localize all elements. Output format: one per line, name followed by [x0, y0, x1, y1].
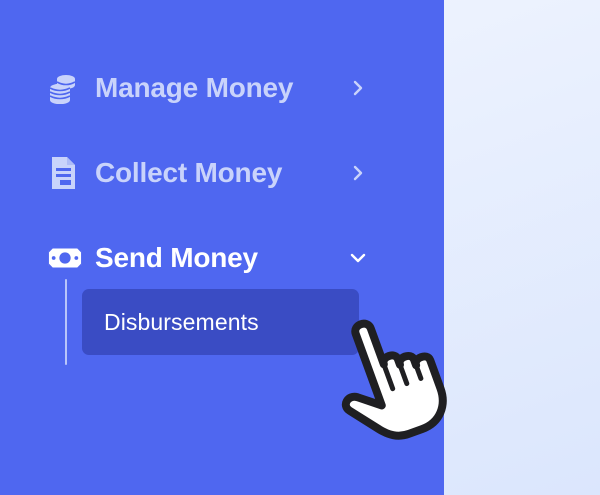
chevron-down-icon — [348, 248, 368, 268]
sidebar-item-label: Collect Money — [95, 157, 283, 188]
sidebar-item-label: Send Money — [95, 242, 258, 273]
hand-pointer-icon — [341, 319, 447, 440]
sidebar-item-manage-money[interactable]: Manage Money — [48, 66, 368, 110]
sidebar-subitem-label: Disbursements — [104, 308, 259, 335]
sidebar-item-send-money[interactable]: Send Money — [48, 236, 368, 280]
chevron-right-icon — [348, 78, 368, 98]
sidebar-item-label: Manage Money — [95, 72, 294, 103]
submenu-tree-line — [65, 279, 67, 365]
chevron-right-icon — [348, 163, 368, 183]
invoice-document-icon — [48, 156, 82, 190]
sidebar-item-collect-money[interactable]: Collect Money — [48, 151, 368, 195]
banknote-icon — [48, 241, 82, 275]
sidebar-subitem-disbursements[interactable]: Disbursements — [82, 289, 359, 355]
coins-stack-icon — [48, 71, 82, 105]
